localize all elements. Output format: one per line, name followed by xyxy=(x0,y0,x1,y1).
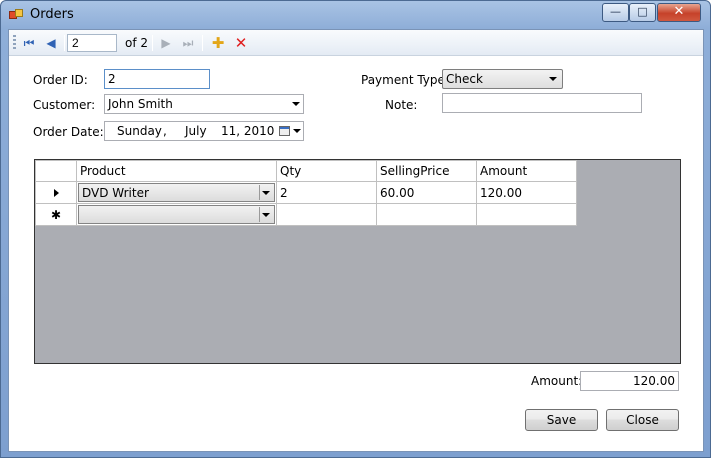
new-row-indicator[interactable]: ✱ xyxy=(35,203,77,226)
order-id-field[interactable]: 2 xyxy=(104,69,210,89)
payment-type-value: Check xyxy=(446,72,483,86)
chevron-down-icon[interactable] xyxy=(293,129,301,133)
window-title: Orders xyxy=(30,7,74,22)
cell-amount-new[interactable] xyxy=(476,203,577,226)
column-header-qty[interactable]: Qty xyxy=(276,160,377,182)
current-row-indicator[interactable] xyxy=(35,181,77,204)
date-month[interactable]: July xyxy=(185,124,207,138)
new-table-row[interactable]: ✱ xyxy=(35,203,577,226)
toolbar-separator xyxy=(152,35,153,51)
chevron-down-icon[interactable] xyxy=(262,213,270,217)
product-combo[interactable]: DVD Writer xyxy=(78,183,275,202)
title-bar[interactable]: Orders — □ ✕ xyxy=(1,1,710,29)
grid-table: Product Qty SellingPrice Amount DVD Writ… xyxy=(35,160,577,226)
date-separator: , xyxy=(163,124,167,138)
binding-navigator: ⏮ ◀ of 2 ▶ ⏭ ✚ ✕ xyxy=(9,30,703,56)
form-client-area: ⏮ ◀ of 2 ▶ ⏭ ✚ ✕ Order ID: 2 Customer: J… xyxy=(8,29,704,452)
date-weekday[interactable]: Sunday xyxy=(117,124,162,138)
row-header-corner[interactable] xyxy=(35,160,77,182)
column-header-product[interactable]: Product xyxy=(76,160,277,182)
cell-selling-price-new[interactable] xyxy=(376,203,477,226)
close-window-button[interactable]: ✕ xyxy=(657,3,701,22)
count-label: of 2 xyxy=(125,36,149,50)
order-id-label: Order ID: xyxy=(33,73,88,87)
cell-selling-price[interactable]: 60.00 xyxy=(376,181,477,204)
cell-product[interactable]: DVD Writer xyxy=(76,181,277,204)
grid-header-row: Product Qty SellingPrice Amount xyxy=(35,160,577,182)
total-amount-field[interactable]: 120.00 xyxy=(580,371,679,391)
row-pointer-icon xyxy=(53,188,59,197)
chevron-down-icon[interactable] xyxy=(262,191,270,195)
chevron-down-icon[interactable] xyxy=(549,77,557,81)
maximize-button[interactable]: □ xyxy=(629,3,656,22)
cell-qty-new[interactable] xyxy=(276,203,377,226)
add-new-icon[interactable]: ✚ xyxy=(208,33,228,53)
move-first-icon[interactable]: ⏮ xyxy=(19,33,39,53)
move-next-icon[interactable]: ▶ xyxy=(156,33,176,53)
toolbar-separator xyxy=(202,35,203,51)
note-label: Note: xyxy=(385,98,418,112)
move-previous-icon[interactable]: ◀ xyxy=(41,33,61,53)
customer-label: Customer: xyxy=(33,98,96,112)
table-row[interactable]: DVD Writer 2 60.00 120.00 xyxy=(35,181,577,204)
column-header-selling-price[interactable]: SellingPrice xyxy=(376,160,477,182)
move-last-icon[interactable]: ⏭ xyxy=(178,33,198,53)
order-date-picker[interactable]: Sunday , July 11, 2010 xyxy=(104,121,304,141)
customer-combo[interactable]: John Smith xyxy=(104,94,304,114)
order-items-grid[interactable]: Product Qty SellingPrice Amount DVD Writ… xyxy=(34,159,681,364)
date-day-year[interactable]: 11, 2010 xyxy=(221,124,274,138)
toolbar-grip[interactable] xyxy=(13,35,16,51)
cell-amount[interactable]: 120.00 xyxy=(476,181,577,204)
customer-value: John Smith xyxy=(108,97,173,111)
toolbar-separator xyxy=(64,35,65,51)
payment-type-label: Payment Type: xyxy=(361,73,449,87)
note-field[interactable] xyxy=(442,93,642,113)
position-input[interactable] xyxy=(67,34,117,52)
delete-icon[interactable]: ✕ xyxy=(231,33,251,53)
cell-qty[interactable]: 2 xyxy=(276,181,377,204)
chevron-down-icon[interactable] xyxy=(292,102,300,106)
product-value: DVD Writer xyxy=(82,186,149,200)
product-combo-new[interactable] xyxy=(78,205,275,224)
combo-divider xyxy=(259,185,260,200)
minimize-button[interactable]: — xyxy=(602,3,629,22)
cell-product-new[interactable] xyxy=(76,203,277,226)
order-date-label: Order Date: xyxy=(33,125,104,139)
total-amount-label: Amount: xyxy=(531,374,583,388)
orders-window: Orders — □ ✕ ⏮ ◀ of 2 ▶ ⏭ ✚ ✕ Order ID: … xyxy=(0,0,711,458)
form-icon xyxy=(9,9,23,21)
payment-type-select[interactable]: Check xyxy=(442,69,563,89)
column-header-amount[interactable]: Amount xyxy=(476,160,577,182)
calendar-icon[interactable] xyxy=(279,126,290,136)
close-button[interactable]: Close xyxy=(606,409,679,431)
save-button[interactable]: Save xyxy=(525,409,598,431)
combo-divider xyxy=(259,207,260,222)
